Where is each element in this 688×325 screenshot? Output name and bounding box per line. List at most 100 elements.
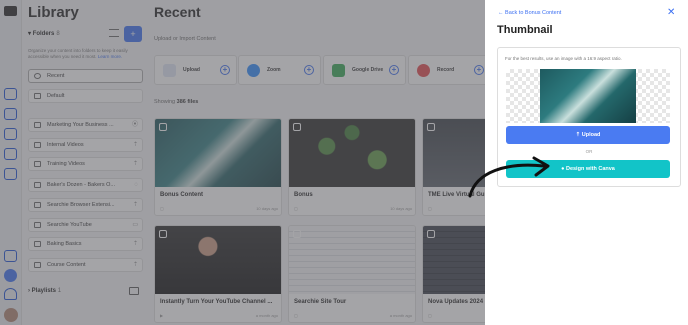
folders-help-text: Organize your content into folders to ke… (28, 48, 128, 59)
main-content: Recent Upload or Import Content Upload + … (148, 0, 550, 325)
upload-icon: ⇡ (132, 262, 138, 268)
upload-section-label: Upload or Import Content (154, 36, 216, 42)
clock-icon (34, 73, 41, 79)
folder-item[interactable]: Baking Basics ⇡ (28, 237, 143, 251)
google-drive-icon (332, 64, 345, 77)
plus-icon: + (304, 65, 314, 75)
doc-icon: ▢ (428, 313, 432, 318)
video-title: Instantly Turn Your YouTube Channel ... (160, 299, 273, 305)
video-card[interactable]: Instantly Turn Your YouTube Channel ... … (154, 225, 282, 323)
loading-icon: ◌ (134, 182, 138, 188)
new-playlist-icon[interactable] (129, 287, 139, 295)
upload-icon: ⇡ (132, 142, 138, 148)
folder-item-default[interactable]: Default (28, 89, 143, 103)
drawer-title: Thumbnail (497, 24, 553, 36)
video-thumbnail (289, 119, 415, 187)
select-checkbox[interactable] (159, 230, 167, 238)
upload-source-google-drive[interactable]: Google Drive + (323, 55, 406, 85)
upload-source-upload[interactable]: Upload + (154, 55, 237, 85)
channels-icon[interactable] (4, 88, 17, 100)
video-title: Nova Updates 2024 (428, 299, 484, 305)
thumbnail-hint: For the best results, use an image with … (505, 56, 622, 61)
app-logo (4, 6, 17, 16)
video-thumbnail (155, 119, 281, 187)
upload-icon (163, 64, 176, 77)
folder-icon (34, 122, 41, 128)
youtube-icon: ▶ (160, 313, 164, 318)
upload-icon: ⇡ (132, 202, 138, 208)
library-panel: Library ▾ Folders 8 + Organize your conte… (22, 0, 148, 325)
help-icon[interactable] (4, 269, 17, 282)
record-icon (417, 64, 430, 77)
media-icon[interactable] (4, 128, 17, 140)
folder-item[interactable]: Searchie Browser Extensi... ⇡ (28, 198, 143, 212)
avatar[interactable] (4, 308, 18, 322)
upload-source-record[interactable]: Record + (408, 55, 491, 85)
video-thumbnail (155, 226, 281, 294)
select-checkbox[interactable] (159, 123, 167, 131)
video-card[interactable]: Bonus Content ▢ 10 days ago (154, 118, 282, 216)
video-title: Bonus Content (160, 192, 203, 198)
folder-item[interactable]: Baker's Dozen - Bakers O... ◌ (28, 178, 143, 192)
video-thumbnail (289, 226, 415, 294)
learn-more-link[interactable]: Learn more. (98, 54, 122, 59)
video-title: Searchie Site Tour (294, 299, 347, 305)
video-title: Bonus (294, 192, 313, 198)
folder-icon (34, 161, 41, 167)
youtube-icon: ▭ (132, 222, 138, 228)
doc-icon: ▢ (428, 206, 432, 211)
folder-icon (34, 202, 41, 208)
plus-icon: + (474, 65, 484, 75)
annotation-arrow-icon (468, 156, 550, 198)
select-checkbox[interactable] (293, 230, 301, 238)
close-icon[interactable]: ✕ (667, 7, 675, 18)
new-folder-button[interactable]: + (124, 26, 142, 42)
library-title: Library (28, 4, 79, 21)
select-checkbox[interactable] (427, 123, 435, 131)
file-count: Showing 386 files (154, 99, 199, 105)
folder-item[interactable]: Marketing Your Business ... ⦿ (28, 118, 143, 132)
folder-icon (34, 262, 41, 268)
playlists-header[interactable]: › Playlists 1 (28, 288, 61, 294)
doc-icon: ▢ (294, 313, 298, 318)
doc-icon: ▢ (294, 206, 298, 211)
doc-icon: ▢ (160, 206, 164, 211)
video-meta: ▢ 10 days ago (160, 206, 278, 211)
video-card[interactable]: Searchie Site Tour ▢ a month ago (288, 225, 416, 323)
select-checkbox[interactable] (427, 230, 435, 238)
folder-icon (34, 182, 41, 188)
folder-item-recent[interactable]: Recent (28, 69, 143, 83)
folder-icon (34, 241, 41, 247)
pin-icon: ⦿ (131, 122, 138, 128)
upload-button[interactable]: ⇡ Upload (506, 126, 670, 144)
back-link[interactable]: ← Back to Bonus Content (498, 10, 561, 16)
thumbnail-image (540, 69, 636, 123)
upload-icon: ⇡ (132, 161, 138, 167)
plus-icon: + (220, 65, 230, 75)
upload-icon: ⇡ (575, 132, 581, 138)
folders-header[interactable]: ▾ Folders 8 (28, 30, 60, 37)
folder-item[interactable]: Searchie YouTube ▭ (28, 218, 143, 232)
plus-icon: + (389, 65, 399, 75)
apps-icon[interactable] (4, 168, 17, 180)
folder-item[interactable]: Internal Videos ⇡ (28, 138, 143, 152)
zoom-icon (247, 64, 260, 77)
folder-icon (34, 93, 41, 99)
folder-plus-icon: + (130, 29, 136, 39)
library-icon[interactable] (4, 108, 17, 120)
folder-item[interactable]: Course Content ⇡ (28, 258, 143, 272)
app-background: Library ▾ Folders 8 + Organize your conte… (0, 0, 550, 325)
folder-item[interactable]: Training Videos ⇡ (28, 157, 143, 171)
academy-icon[interactable] (4, 250, 17, 262)
video-meta: ▶ a month ago (160, 313, 278, 318)
page-title: Recent (154, 4, 201, 20)
video-card[interactable]: Bonus ▢ 10 days ago (288, 118, 416, 216)
folder-icon (34, 222, 41, 228)
sort-icon[interactable] (109, 29, 119, 37)
audience-icon[interactable] (4, 148, 17, 160)
select-checkbox[interactable] (293, 123, 301, 131)
bell-icon[interactable] (4, 288, 17, 300)
thumbnail-preview (506, 69, 670, 123)
arrow-left-icon: ← (498, 10, 504, 16)
upload-source-zoom[interactable]: Zoom + (238, 55, 321, 85)
